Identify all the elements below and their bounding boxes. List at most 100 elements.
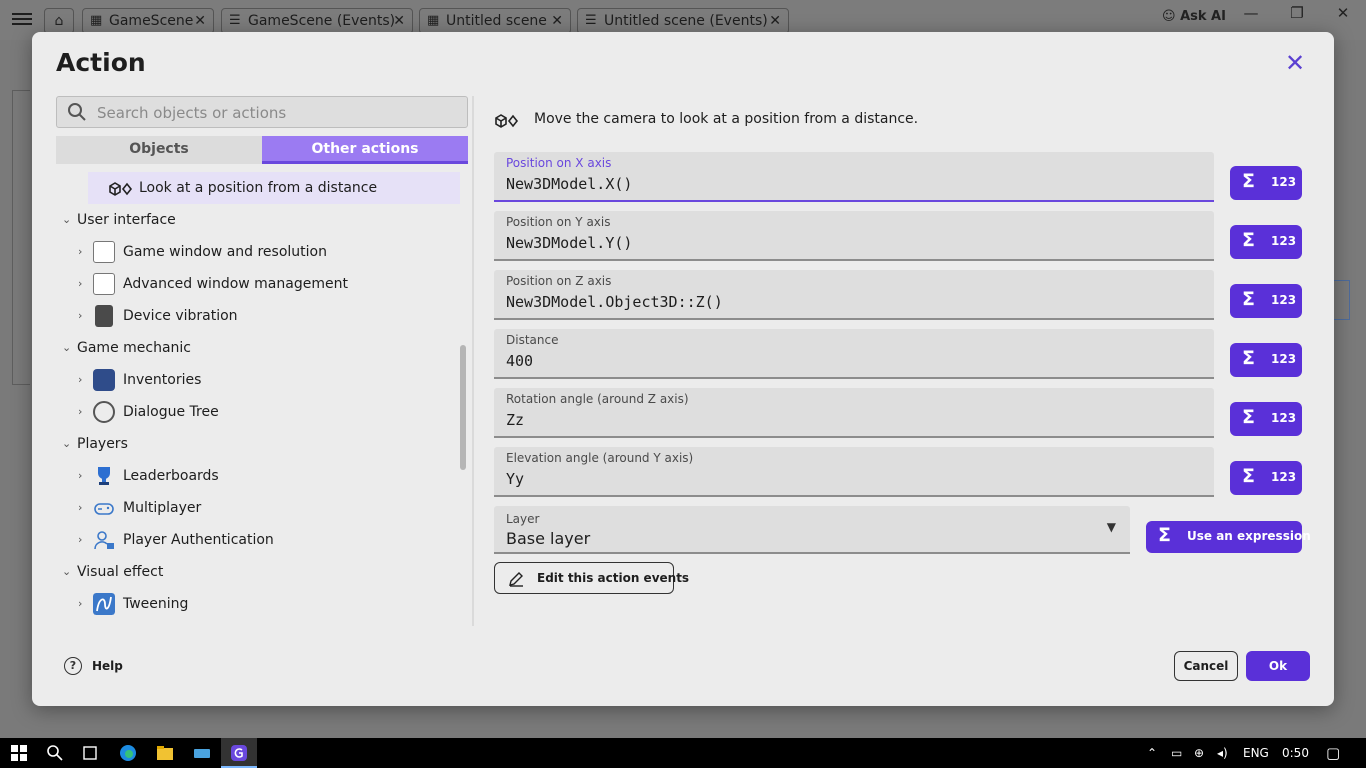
- dialog-title: Action: [56, 48, 146, 77]
- trophy-icon: [98, 467, 110, 485]
- field-label: Rotation angle (around Z axis): [506, 392, 689, 406]
- close-icon[interactable]: ✕: [1282, 50, 1308, 76]
- field-label: Position on Z axis: [506, 274, 612, 288]
- tab-objects[interactable]: Objects: [56, 136, 262, 164]
- expression-button-label: 123: [1271, 470, 1297, 484]
- tab-gamescene[interactable]: ▦ GameScene ✕: [82, 8, 214, 34]
- windows-start-icon[interactable]: [10, 744, 28, 762]
- tab-other-actions[interactable]: Other actions: [262, 136, 468, 164]
- tree-item-leaderboards[interactable]: › Leaderboards: [56, 460, 460, 492]
- field-value[interactable]: Zz: [506, 411, 524, 429]
- search-input[interactable]: [97, 101, 457, 125]
- ok-button[interactable]: Ok: [1246, 651, 1310, 681]
- field-elevation-angle[interactable]: Elevation angle (around Y axis) Yy: [494, 447, 1214, 497]
- field-label: Position on Y axis: [506, 215, 611, 229]
- layer-value: Base layer: [506, 529, 591, 548]
- events-icon: ☰: [229, 13, 241, 28]
- tree-item-advanced-window[interactable]: › Advanced window management: [56, 268, 460, 300]
- keyboard-icon[interactable]: [193, 744, 211, 762]
- field-position-y[interactable]: Position on Y axis New3DModel.Y(): [494, 211, 1214, 261]
- tree-item-game-window[interactable]: › Game window and resolution: [56, 236, 460, 268]
- volume-icon[interactable]: ◂): [1217, 746, 1228, 760]
- close-tab-icon[interactable]: ✕: [551, 9, 563, 33]
- hamburger-menu-icon[interactable]: [12, 10, 32, 30]
- field-distance[interactable]: Distance 400: [494, 329, 1214, 379]
- expression-editor-button[interactable]: Σ 123: [1230, 343, 1302, 377]
- tree-item-label: Tweening: [123, 596, 189, 612]
- clock[interactable]: 0:50: [1282, 746, 1309, 760]
- tab-untitled-scene[interactable]: ▦ Untitled scene ✕: [419, 8, 571, 34]
- notifications-icon[interactable]: ▢: [1326, 744, 1340, 762]
- expression-editor-button[interactable]: Σ 123: [1230, 225, 1302, 259]
- tree-category-visual-effect[interactable]: ⌄ Visual effect: [56, 556, 460, 588]
- taskbar: ⌃ ▭ ⊕ ◂) ENG 0:50 ▢: [0, 738, 1366, 768]
- tree-category-user-interface[interactable]: ⌄ User interface: [56, 204, 460, 236]
- field-position-z[interactable]: Position on Z axis New3DModel.Object3D::…: [494, 270, 1214, 320]
- tree-item-tweening[interactable]: › Tweening: [56, 588, 460, 620]
- layer-select[interactable]: Layer Base layer ▼: [494, 506, 1130, 554]
- action-dialog: Action ✕ Objects Other actions Look at a…: [32, 32, 1334, 706]
- tree-item-dialogue-tree[interactable]: › Dialogue Tree: [56, 396, 460, 428]
- expression-editor-button[interactable]: Σ 123: [1230, 402, 1302, 436]
- tree-scrollbar[interactable]: [460, 345, 466, 470]
- tree-item-label: Look at a position from a distance: [139, 180, 378, 196]
- close-tab-icon[interactable]: ✕: [194, 9, 206, 33]
- tree-category-game-mechanic[interactable]: ⌄ Game mechanic: [56, 332, 460, 364]
- field-value[interactable]: New3DModel.X(): [506, 175, 632, 193]
- tree-item-inventories[interactable]: › Inventories: [56, 364, 460, 396]
- expression-editor-button[interactable]: Σ 123: [1230, 461, 1302, 495]
- restore-icon[interactable]: ❐: [1274, 4, 1320, 22]
- expression-editor-button[interactable]: Σ 123: [1230, 284, 1302, 318]
- field-position-x[interactable]: Position on X axis New3DModel.X(): [494, 152, 1214, 202]
- expression-editor-button[interactable]: Σ 123: [1230, 166, 1302, 200]
- minimize-icon[interactable]: —: [1228, 4, 1274, 22]
- camera-3d-icon: [495, 114, 519, 128]
- expression-button-label: 123: [1271, 352, 1297, 366]
- edit-action-events-button[interactable]: Edit this action events: [494, 562, 689, 594]
- tree-item-look-at-position[interactable]: Look at a position from a distance: [88, 172, 460, 204]
- gamepad-icon: [94, 503, 114, 515]
- field-label: Distance: [506, 333, 559, 347]
- events-icon: ☰: [585, 13, 597, 28]
- chevron-right-icon: ›: [78, 309, 83, 322]
- field-value[interactable]: New3DModel.Object3D::Z(): [506, 293, 723, 311]
- search-icon[interactable]: [46, 744, 64, 762]
- battery-icon[interactable]: ▭: [1171, 746, 1182, 760]
- tab-gamescene-events[interactable]: ☰ GameScene (Events) ✕: [221, 8, 413, 34]
- tab-label: GameScene: [109, 13, 194, 29]
- pencil-icon: [509, 572, 523, 587]
- edit-events-label: Edit this action events: [537, 571, 690, 585]
- background-panel: [12, 90, 30, 385]
- chevron-up-icon[interactable]: ⌃: [1147, 746, 1157, 760]
- tree-category-players[interactable]: ⌄ Players: [56, 428, 460, 460]
- field-value[interactable]: Yy: [506, 470, 524, 488]
- description-text: Move the camera to look at a position fr…: [534, 111, 919, 127]
- field-value[interactable]: 400: [506, 352, 533, 370]
- file-explorer-icon[interactable]: [156, 744, 174, 762]
- task-view-icon[interactable]: [81, 744, 99, 762]
- home-tab[interactable]: ⌂: [44, 8, 74, 34]
- field-value[interactable]: New3DModel.Y(): [506, 234, 632, 252]
- ask-ai-button[interactable]: ☺ Ask AI: [1162, 9, 1226, 24]
- film-icon: ▦: [90, 13, 103, 28]
- edge-icon[interactable]: [119, 744, 137, 762]
- tree-item-label: Multiplayer: [123, 500, 202, 516]
- search-box[interactable]: [56, 96, 468, 128]
- action-tree: Look at a position from a distance ⌄ Use…: [56, 172, 468, 627]
- tree-item-player-authentication[interactable]: › Player Authentication: [56, 524, 460, 556]
- close-tab-icon[interactable]: ✕: [769, 9, 781, 33]
- cancel-button[interactable]: Cancel: [1174, 651, 1238, 681]
- tab-untitled-scene-events[interactable]: ☰ Untitled scene (Events) ✕: [577, 8, 789, 34]
- close-window-icon[interactable]: ✕: [1320, 4, 1366, 22]
- tree-item-device-vibration[interactable]: › Device vibration: [56, 300, 460, 332]
- close-tab-icon[interactable]: ✕: [393, 9, 405, 33]
- tree-item-multiplayer[interactable]: › Multiplayer: [56, 492, 460, 524]
- user-lock-icon: [94, 531, 114, 550]
- use-expression-button[interactable]: Σ Use an expression: [1146, 521, 1311, 553]
- language-indicator[interactable]: ENG: [1243, 746, 1269, 760]
- tab-label: GameScene (Events): [248, 13, 396, 29]
- network-icon[interactable]: ⊕: [1194, 746, 1204, 760]
- field-rotation-angle[interactable]: Rotation angle (around Z axis) Zz: [494, 388, 1214, 438]
- gdevelop-taskbar-button[interactable]: [221, 738, 257, 768]
- chevron-right-icon: ›: [78, 533, 83, 546]
